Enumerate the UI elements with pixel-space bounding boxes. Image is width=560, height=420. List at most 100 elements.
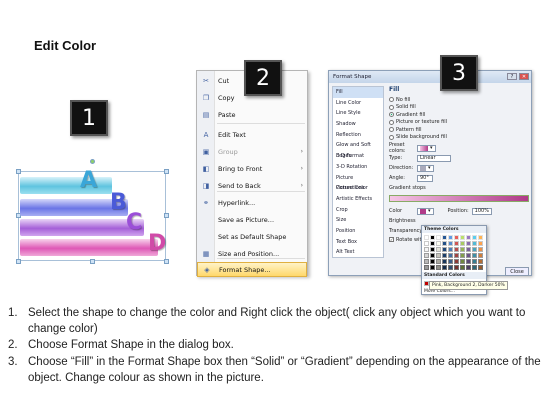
color-swatch[interactable]	[448, 247, 453, 252]
color-swatch[interactable]	[442, 235, 447, 240]
nav-item-shadow[interactable]: Shadow	[333, 119, 383, 130]
color-swatch[interactable]	[436, 265, 441, 270]
nav-item-picture-corrections[interactable]: Picture Corrections	[333, 173, 383, 192]
color-swatch[interactable]	[424, 241, 429, 246]
color-swatch[interactable]	[442, 265, 447, 270]
resize-handle[interactable]	[16, 169, 21, 174]
radio-button[interactable]	[389, 97, 394, 103]
radio-button[interactable]	[389, 119, 394, 125]
color-swatch[interactable]	[454, 265, 459, 270]
color-swatch[interactable]	[442, 241, 447, 246]
radio-button[interactable]	[389, 104, 394, 110]
color-swatch[interactable]	[436, 253, 441, 258]
color-swatch[interactable]	[466, 241, 471, 246]
resize-handle[interactable]	[90, 259, 95, 264]
fill-option[interactable]: No fill	[389, 96, 529, 104]
color-swatch[interactable]	[448, 259, 453, 264]
color-swatch[interactable]	[454, 241, 459, 246]
menu-item-paste[interactable]: ▤ Paste	[197, 107, 307, 122]
nav-item-glow-and-soft-edges[interactable]: Glow and Soft Edges	[333, 140, 383, 159]
nav-item-line-color[interactable]: Line Color	[333, 98, 383, 109]
menu-item-hyperlink[interactable]: ⚭ Hyperlink...	[197, 195, 307, 210]
color-swatch[interactable]	[448, 265, 453, 270]
bar-a[interactable]	[20, 177, 112, 194]
menu-item-edit-text[interactable]: A Edit Text	[197, 127, 307, 142]
color-swatch[interactable]	[430, 253, 435, 258]
resize-handle[interactable]	[164, 259, 169, 264]
color-swatch[interactable]	[424, 247, 429, 252]
color-swatch[interactable]	[460, 235, 465, 240]
color-swatch[interactable]	[424, 265, 429, 270]
nav-item-picture-color[interactable]: Picture Color	[333, 183, 383, 194]
radio-button[interactable]	[389, 127, 394, 133]
help-button[interactable]: ?	[507, 73, 517, 80]
color-swatch[interactable]	[454, 235, 459, 240]
color-picker-button[interactable]: ▾	[417, 207, 434, 215]
resize-handle[interactable]	[164, 169, 169, 174]
rotate-checkbox[interactable]: ✓	[389, 237, 394, 243]
position-input[interactable]: 100%	[471, 207, 492, 215]
preset-colors-button[interactable]: ▾	[417, 144, 436, 152]
shape-preview[interactable]: A B C D	[10, 159, 180, 268]
color-swatch[interactable]	[424, 253, 429, 258]
radio-button[interactable]	[389, 112, 394, 118]
nav-item-line-style[interactable]: Line Style	[333, 108, 383, 119]
nav-item-reflection[interactable]: Reflection	[333, 130, 383, 141]
fill-option[interactable]: Gradient fill	[389, 111, 529, 119]
color-swatch[interactable]	[424, 235, 429, 240]
menu-item-save-as-picture[interactable]: Save as Picture...	[197, 212, 307, 227]
direction-button[interactable]: ▾	[417, 164, 434, 172]
color-swatch[interactable]	[454, 247, 459, 252]
color-swatch[interactable]	[478, 235, 483, 240]
radio-button[interactable]	[389, 134, 394, 140]
color-swatch[interactable]	[448, 235, 453, 240]
color-swatch[interactable]	[478, 265, 483, 270]
color-swatch[interactable]	[448, 241, 453, 246]
close-button[interactable]: Close	[505, 267, 529, 276]
color-swatch[interactable]	[424, 259, 429, 264]
color-swatch[interactable]	[460, 241, 465, 246]
color-swatch[interactable]	[460, 265, 465, 270]
resize-handle[interactable]	[16, 259, 21, 264]
fill-option[interactable]: Picture or texture fill	[389, 119, 529, 127]
nav-item-position[interactable]: Position	[333, 226, 383, 237]
color-swatch[interactable]	[430, 241, 435, 246]
color-swatch[interactable]	[466, 235, 471, 240]
bar-d[interactable]	[20, 239, 158, 256]
menu-item-set-as-default-shape[interactable]: Set as Default Shape	[197, 229, 307, 244]
menu-item-format-shape[interactable]: ◈ Format Shape...	[197, 262, 307, 277]
color-swatch[interactable]	[466, 247, 471, 252]
color-swatch[interactable]	[472, 247, 477, 252]
color-swatch[interactable]	[472, 253, 477, 258]
color-swatch[interactable]	[442, 253, 447, 258]
color-swatch[interactable]	[430, 265, 435, 270]
menu-item-bring-to-front[interactable]: ◧ Bring to Front ›	[197, 161, 307, 176]
nav-item-fill[interactable]: Fill	[333, 87, 383, 98]
color-swatch[interactable]	[478, 247, 483, 252]
color-swatch[interactable]	[472, 235, 477, 240]
nav-item-alt-text[interactable]: Alt Text	[333, 247, 383, 258]
color-swatch[interactable]	[472, 265, 477, 270]
close-icon[interactable]: ✕	[519, 73, 529, 80]
color-swatch[interactable]	[466, 265, 471, 270]
color-swatch[interactable]	[430, 235, 435, 240]
nav-item-size[interactable]: Size	[333, 215, 383, 226]
resize-handle[interactable]	[164, 213, 169, 218]
color-swatch[interactable]	[436, 259, 441, 264]
color-swatch[interactable]	[472, 259, 477, 264]
rotate-handle[interactable]	[90, 159, 95, 164]
color-swatch[interactable]	[454, 259, 459, 264]
nav-item-3-d-rotation[interactable]: 3-D Rotation	[333, 162, 383, 173]
color-swatch[interactable]	[436, 241, 441, 246]
angle-input[interactable]: 90°	[417, 174, 433, 182]
color-swatch[interactable]	[430, 259, 435, 264]
color-swatch[interactable]	[448, 253, 453, 258]
color-swatch[interactable]	[442, 247, 447, 252]
color-swatch[interactable]	[466, 253, 471, 258]
color-swatch[interactable]	[466, 259, 471, 264]
color-swatch[interactable]	[454, 253, 459, 258]
type-select[interactable]: Linear	[417, 154, 451, 162]
nav-item-3-d-format[interactable]: 3-D Format	[333, 151, 383, 162]
color-swatch[interactable]	[436, 247, 441, 252]
color-swatch[interactable]	[472, 241, 477, 246]
